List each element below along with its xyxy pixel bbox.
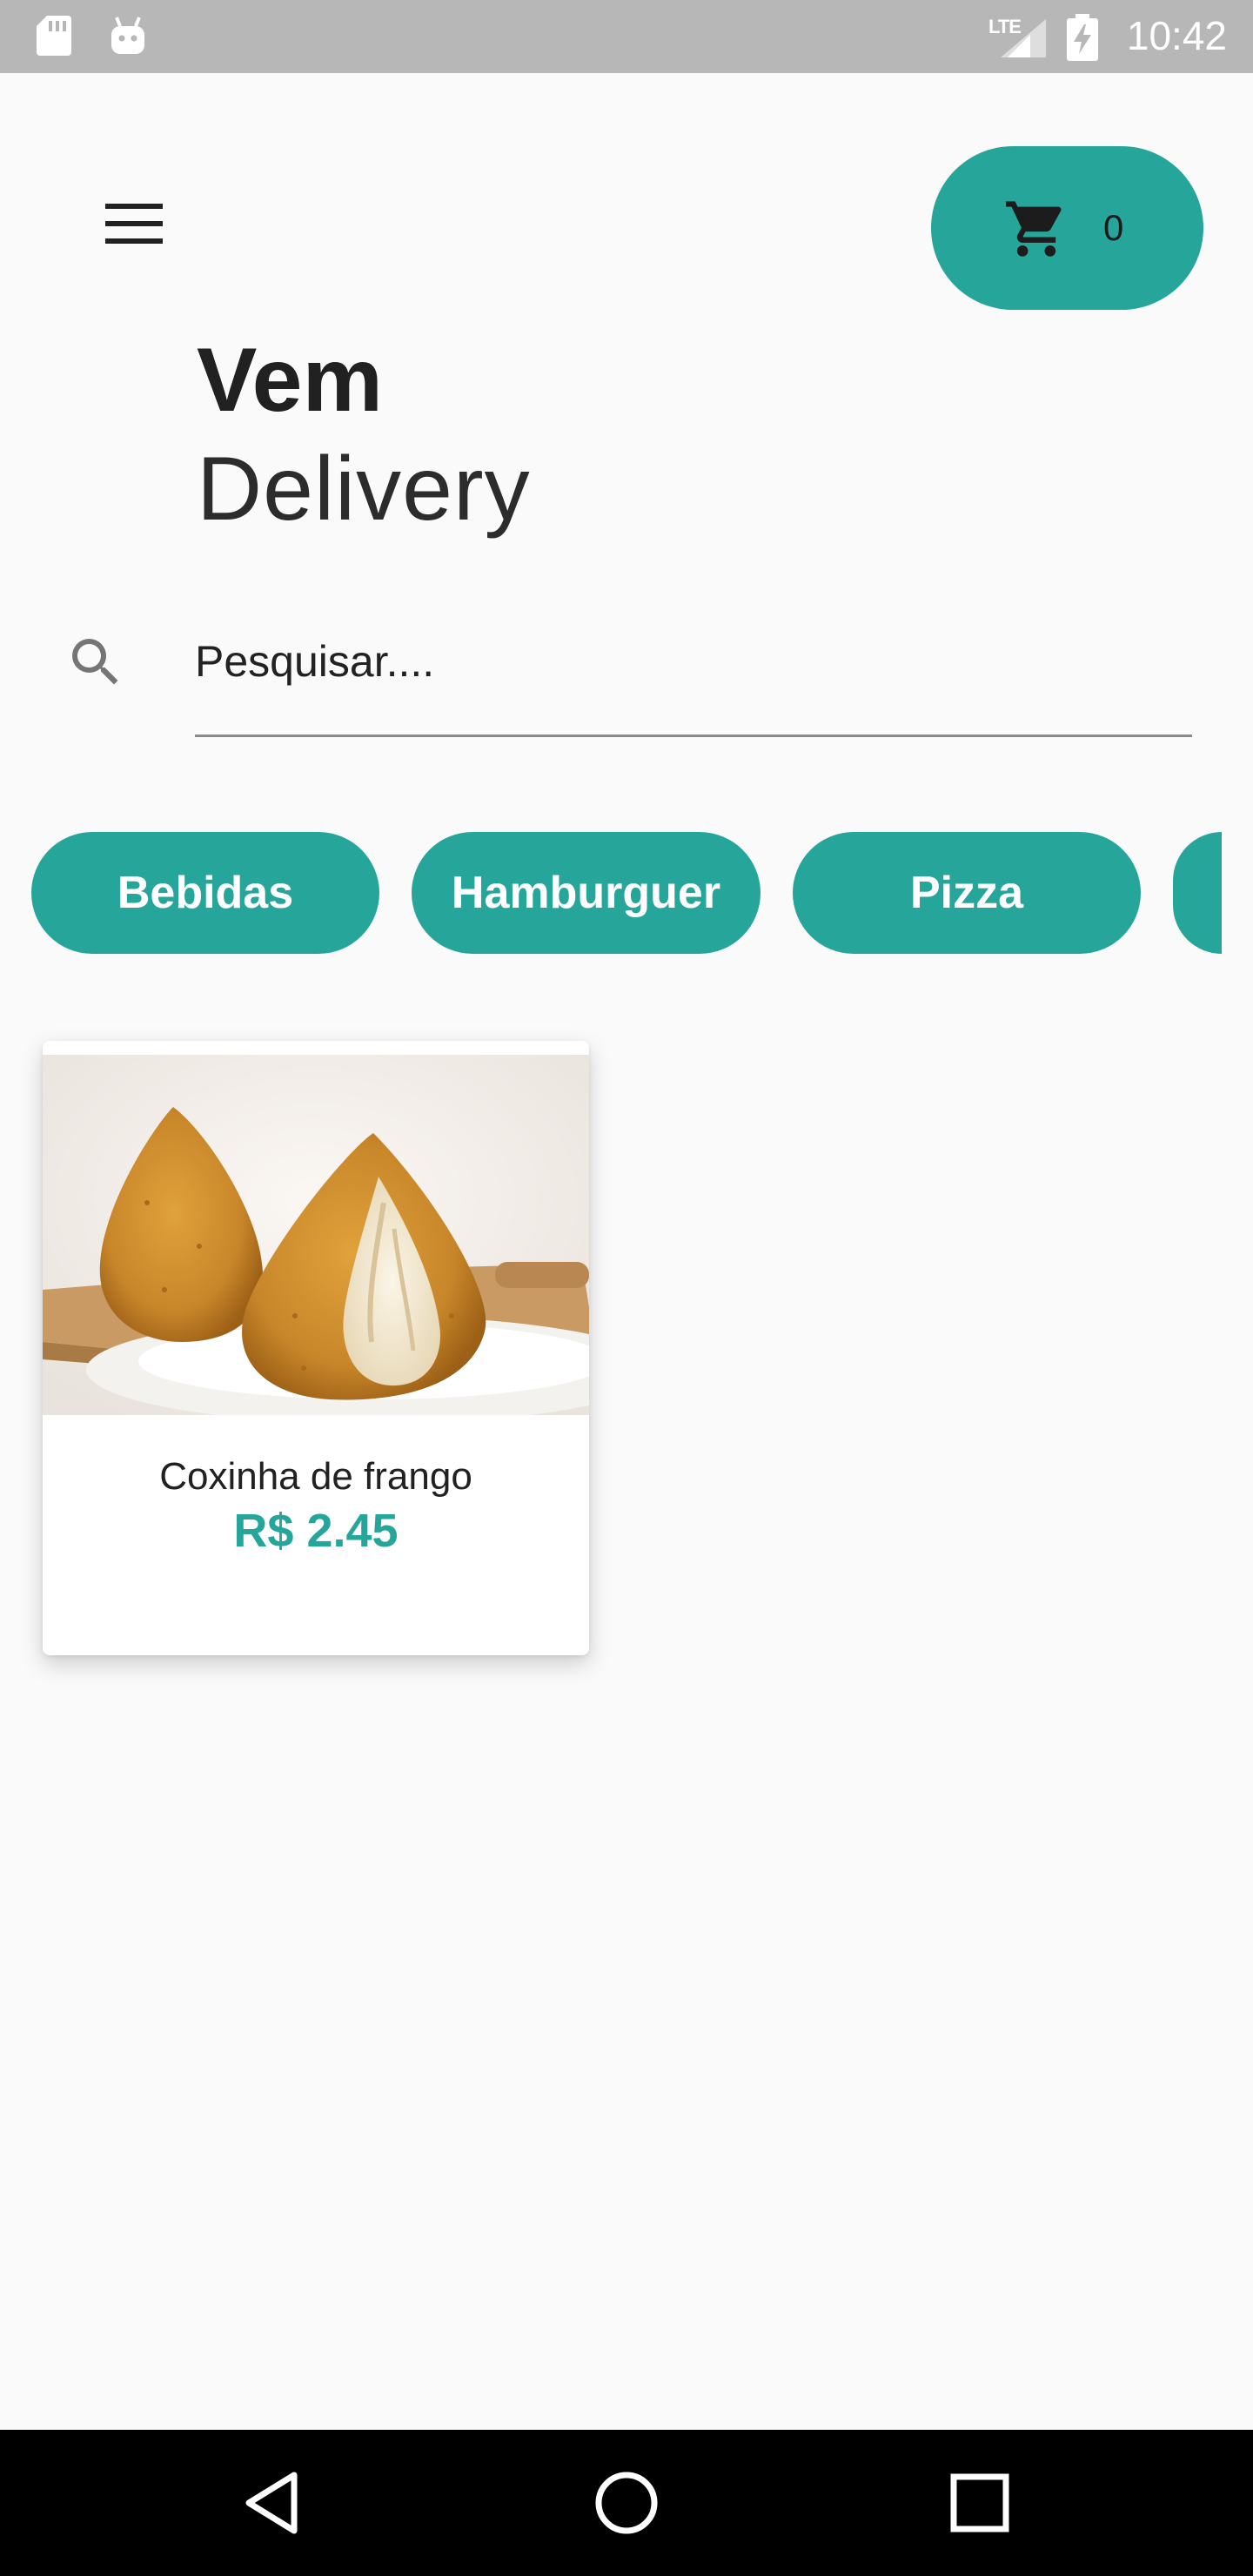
category-label: Pizza	[909, 868, 1024, 918]
product-card[interactable]: Coxinha de frango R$ 2.45	[43, 1041, 589, 1655]
recent-apps-icon[interactable]	[948, 2472, 1011, 2534]
category-chip-pizza[interactable]: Pizza	[793, 832, 1141, 954]
status-time: 10:42	[1126, 13, 1227, 58]
search-underline	[195, 735, 1192, 737]
product-image	[43, 1055, 589, 1415]
status-bar: LTE 10:42	[0, 0, 1253, 73]
hamburger-menu-icon	[105, 204, 163, 244]
shopping-cart-icon	[1006, 201, 1062, 257]
category-chip-hamburguer[interactable]: Hamburguer	[412, 832, 761, 954]
category-chip-partial[interactable]	[1173, 832, 1222, 954]
home-icon[interactable]	[592, 2468, 661, 2538]
back-icon[interactable]	[240, 2470, 306, 2536]
menu-button[interactable]	[90, 184, 178, 263]
search-input[interactable]	[195, 627, 1192, 696]
sd-card-icon	[37, 16, 71, 56]
product-name: Coxinha de frango	[159, 1455, 472, 1498]
category-chip-bebidas[interactable]: Bebidas	[31, 832, 379, 954]
signal-icon	[1001, 19, 1046, 57]
product-price: R$ 2.45	[233, 1505, 399, 1557]
cart-count: 0	[1103, 207, 1124, 248]
battery-charging-icon	[1067, 14, 1098, 61]
android-icon	[111, 17, 144, 54]
app-title: Vem	[197, 330, 383, 431]
search-icon	[72, 639, 118, 685]
category-label: Hamburguer	[451, 868, 721, 918]
app-subtitle: Delivery	[197, 439, 531, 540]
category-label: Bebidas	[117, 868, 294, 918]
